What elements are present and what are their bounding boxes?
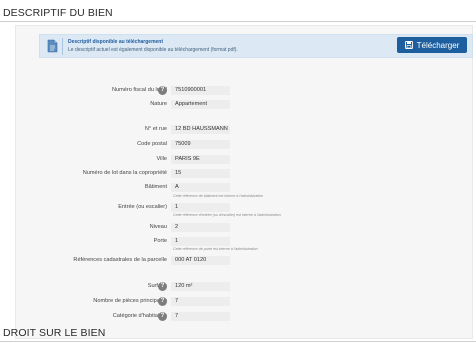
field-value: 7510900001 <box>171 86 230 95</box>
field-label: Niveau <box>149 224 167 230</box>
field-ville: Ville PARIS 9E <box>0 155 476 165</box>
field-value: 000 AT 0120 <box>171 256 230 265</box>
field-porte: Porte 1 <box>0 237 476 247</box>
help-icon[interactable]: ? <box>158 86 167 95</box>
field-hint: Cette référence de porte est interne à l… <box>173 247 258 251</box>
field-value: A <box>171 183 230 192</box>
field-niveau: Niveau 2 <box>0 223 476 233</box>
field-label: Références cadastrales de la parcelle <box>73 257 167 263</box>
section-divider <box>0 341 476 342</box>
field-value: 2 <box>171 223 230 232</box>
banner-separator <box>62 38 63 55</box>
field-label: Ville <box>156 156 167 162</box>
field-cadastre: Références cadastrales de la parcelle 00… <box>0 256 476 266</box>
field-value: 75009 <box>171 140 230 149</box>
field-lot: Numéro de lot dans la copropriété 15 <box>0 169 476 179</box>
field-value: 120 m² <box>171 282 230 291</box>
banner-title: Descriptif disponible au téléchargement <box>68 39 164 45</box>
field-hint: Cette référence de bâtiment est interne … <box>173 194 264 198</box>
field-value: 1 <box>171 203 230 212</box>
field-rue: N° et rue 12 BD HAUSSMANN <box>0 125 476 135</box>
field-nature: Nature Appartement <box>0 100 476 110</box>
field-label: N° et rue <box>144 126 167 132</box>
help-icon[interactable]: ? <box>158 312 167 321</box>
field-label: Nature <box>150 101 167 107</box>
banner-text: Le descriptif actuel est également dispo… <box>68 47 238 53</box>
field-categorie: Catégorie d'habitation ? 7 <box>0 312 476 322</box>
field-numero-fiscal: Numéro fiscal du local ? 7510900001 <box>0 86 476 96</box>
field-surface: Surface ? 120 m² <box>0 282 476 292</box>
field-label: Code postal <box>137 141 167 147</box>
field-entree: Entrée (ou escalier) 1 <box>0 203 476 213</box>
field-label: Numéro de lot dans la copropriété <box>82 170 167 176</box>
section-title-descriptif: DESCRIPTIF DU BIEN <box>3 7 113 19</box>
field-value: 15 <box>171 169 230 178</box>
field-value: Appartement <box>171 100 230 109</box>
field-code-postal: Code postal 75009 <box>0 140 476 150</box>
field-value: PARIS 9E <box>171 155 230 164</box>
field-label: Bâtiment <box>144 184 167 190</box>
help-icon[interactable]: ? <box>158 282 167 291</box>
help-icon[interactable]: ? <box>158 297 167 306</box>
save-icon <box>404 41 413 49</box>
field-batiment: Bâtiment A <box>0 183 476 193</box>
section-divider <box>0 21 476 22</box>
field-label: Entrée (ou escalier) <box>118 204 167 210</box>
field-label: Nombre de pièces principales <box>93 298 167 304</box>
download-button-label: Télécharger <box>416 40 460 50</box>
field-hint: Cette référence d'entrée (ou d'escalier)… <box>173 213 281 217</box>
field-label: Porte <box>153 238 167 244</box>
document-icon <box>47 39 58 53</box>
field-value: 7 <box>171 312 230 321</box>
field-value: 1 <box>171 237 230 246</box>
download-button[interactable]: Télécharger <box>397 37 467 53</box>
section-title-droit: DROIT SUR LE BIEN <box>3 327 106 339</box>
field-value: 7 <box>171 297 230 306</box>
field-value: 12 BD HAUSSMANN <box>171 125 230 134</box>
field-pieces: Nombre de pièces principales ? 7 <box>0 297 476 307</box>
